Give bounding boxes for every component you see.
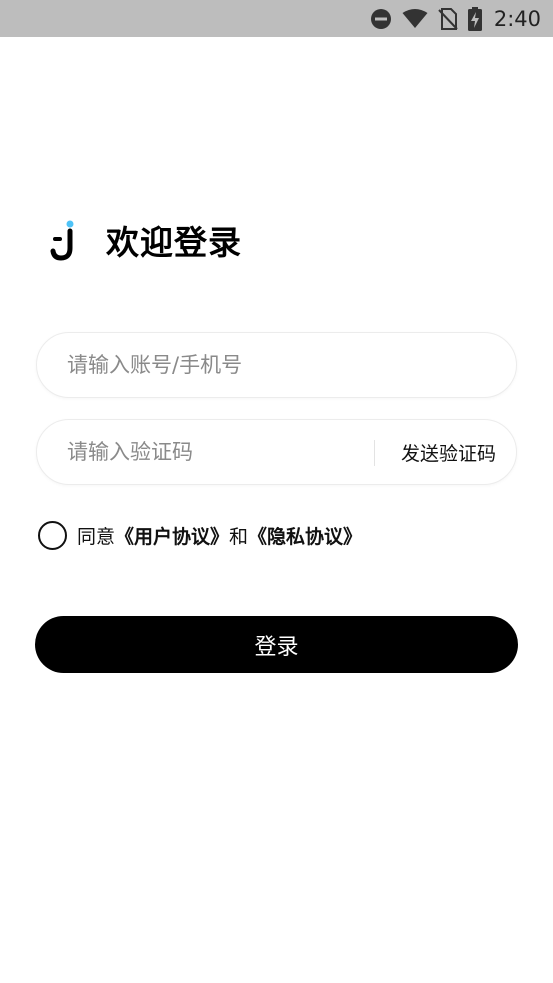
status-bar: 2:40	[0, 0, 553, 37]
status-time: 2:40	[493, 6, 541, 31]
account-field[interactable]	[36, 332, 517, 398]
wifi-icon	[402, 8, 428, 29]
no-sim-icon	[438, 7, 458, 30]
code-divider	[374, 440, 375, 466]
battery-charging-icon	[467, 6, 482, 31]
account-input[interactable]	[67, 333, 487, 397]
user-agreement-link[interactable]: 《用户协议》	[115, 522, 229, 549]
send-code-button[interactable]: 发送验证码	[401, 420, 496, 484]
privacy-agreement-link[interactable]: 《隐私协议》	[248, 522, 362, 549]
j-logo-icon	[36, 214, 92, 266]
code-input[interactable]	[67, 420, 367, 484]
code-field[interactable]: 发送验证码	[36, 419, 517, 485]
header: 欢迎登录	[36, 212, 242, 268]
agreement-prefix: 同意	[77, 525, 116, 548]
agreement-row: 同意 《用户协议》 和 《隐私协议》	[38, 520, 362, 550]
page-title: 欢迎登录	[106, 223, 242, 262]
status-icons: 2:40	[370, 0, 541, 37]
login-button[interactable]: 登录	[35, 616, 518, 673]
agreement-and: 和	[229, 525, 249, 548]
agreement-checkbox[interactable]	[38, 520, 67, 550]
dnd-icon	[370, 8, 392, 30]
